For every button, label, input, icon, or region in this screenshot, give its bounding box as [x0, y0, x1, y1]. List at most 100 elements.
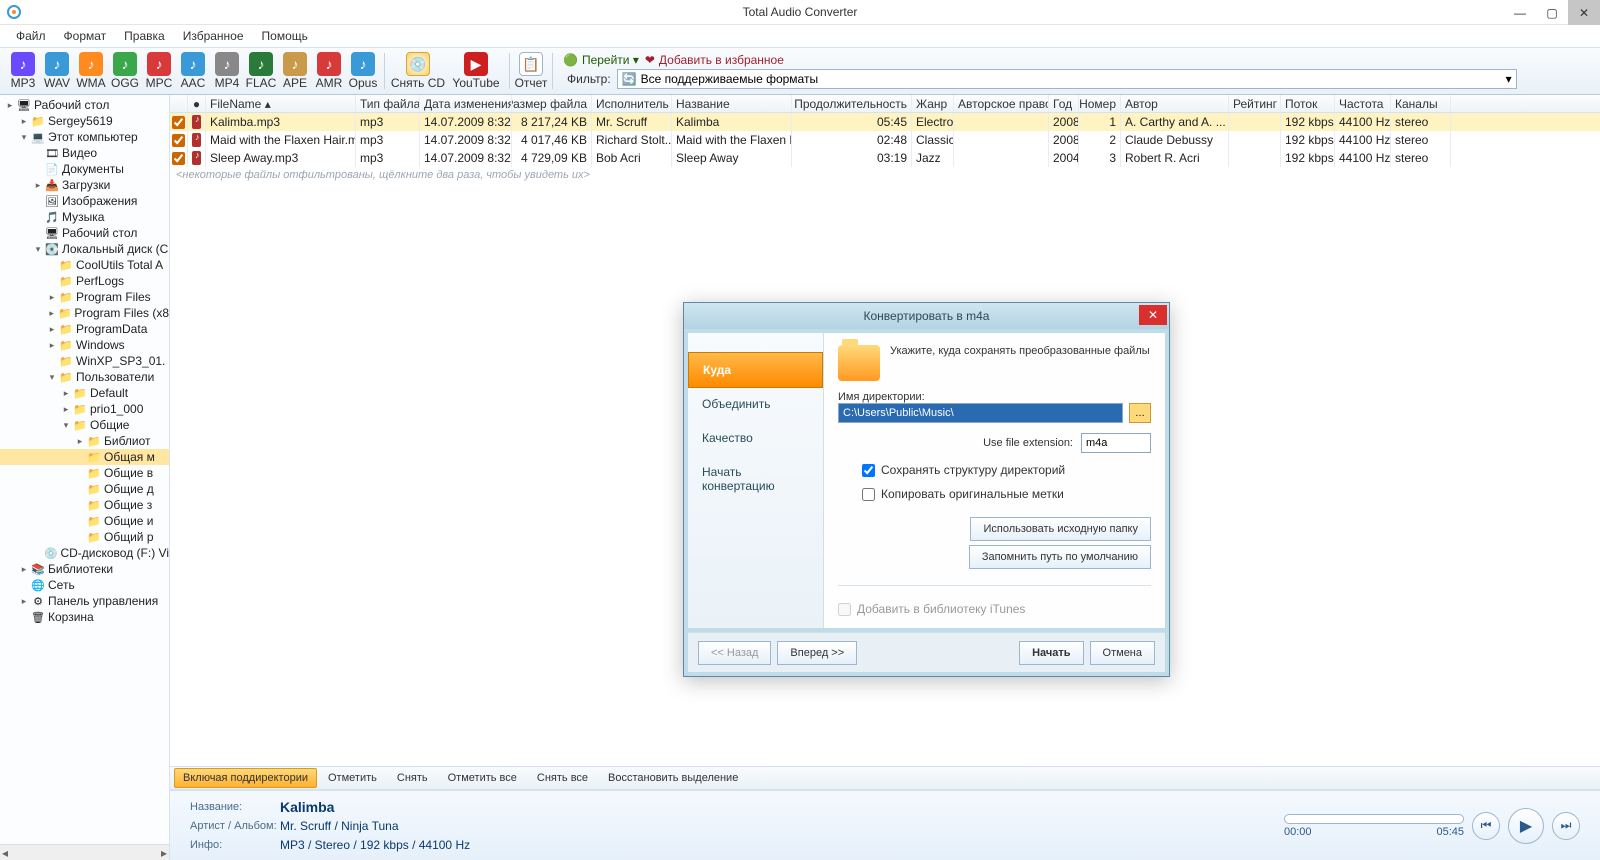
col-genre[interactable]: Жанр	[912, 95, 954, 112]
expand-arrow-icon[interactable]: ▸	[46, 308, 57, 319]
add-favorite-button[interactable]: ❤Добавить в избранное	[645, 53, 784, 67]
selection-tab[interactable]: Снять все	[528, 768, 597, 788]
col-type[interactable]: Тип файла	[356, 95, 420, 112]
tree-node[interactable]: 📁Общая м	[0, 449, 169, 465]
grid-filter-note[interactable]: <некоторые файлы отфильтрованы, щёлкните…	[170, 167, 1600, 183]
tree-node[interactable]: ▾💻Этот компьютер	[0, 129, 169, 145]
goto-button[interactable]: 🟢Перейти ▾	[563, 53, 639, 67]
format-mp4-button[interactable]: ♪MP4	[211, 52, 243, 90]
maximize-button[interactable]: ▢	[1536, 0, 1568, 25]
remove-cd-button[interactable]: 💿 Снять CD	[390, 52, 446, 90]
filter-combo[interactable]: 🔄Все поддерживаемые форматы ▾	[617, 69, 1517, 89]
tree-node[interactable]: ▸🖥Рабочий стол	[0, 97, 169, 113]
close-button[interactable]: ✕	[1568, 0, 1600, 25]
format-wma-button[interactable]: ♪WMA	[75, 52, 107, 90]
expand-arrow-icon[interactable]: ▸	[4, 100, 16, 111]
format-ape-button[interactable]: ♪APE	[279, 52, 311, 90]
selection-tab[interactable]: Отметить все	[439, 768, 526, 788]
expand-arrow-icon[interactable]: ▸	[74, 436, 86, 447]
tree-node[interactable]: ▸📁Библиот	[0, 433, 169, 449]
minimize-button[interactable]: —	[1504, 0, 1536, 25]
expand-arrow-icon[interactable]: ▾	[60, 420, 72, 431]
forward-button[interactable]: Вперед >>	[777, 641, 857, 665]
expand-arrow-icon[interactable]: ▸	[18, 116, 30, 127]
expand-arrow-icon[interactable]: ▸	[46, 292, 58, 303]
row-checkbox[interactable]	[172, 134, 185, 147]
format-wav-button[interactable]: ♪WAV	[41, 52, 73, 90]
next-button[interactable]: ⏭	[1552, 812, 1580, 840]
tree-node[interactable]: 📁Общие и	[0, 513, 169, 529]
col-date[interactable]: Дата изменения	[420, 95, 512, 112]
tree-node[interactable]: ▸📁Sergey5619	[0, 113, 169, 129]
format-mpc-button[interactable]: ♪MPC	[143, 52, 175, 90]
tree-node[interactable]: ▸📁Program Files (x8	[0, 305, 169, 321]
dialog-titlebar[interactable]: Конвертировать в m4a ✕	[684, 303, 1169, 329]
directory-input[interactable]	[838, 403, 1123, 423]
selection-tab[interactable]: Отметить	[319, 768, 386, 788]
expand-arrow-icon[interactable]: ▸	[46, 324, 58, 335]
col-icon[interactable]: ●	[188, 95, 206, 112]
expand-arrow-icon[interactable]: ▸	[60, 388, 72, 399]
col-year[interactable]: Год	[1049, 95, 1079, 112]
expand-arrow-icon[interactable]: ▸	[46, 340, 58, 351]
tree-node[interactable]: ▾💽Локальный диск (C	[0, 241, 169, 257]
tree-node[interactable]: ▾📁Общие	[0, 417, 169, 433]
extension-input[interactable]	[1081, 433, 1151, 453]
tree-node[interactable]: 📁Общие в	[0, 465, 169, 481]
expand-arrow-icon[interactable]: ▸	[18, 564, 30, 575]
progress-bar[interactable]	[1284, 814, 1464, 824]
file-row[interactable]: Maid with the Flaxen Hair.mp3mp314.07.20…	[170, 131, 1600, 149]
expand-arrow-icon[interactable]: ▾	[46, 372, 58, 383]
tree-node[interactable]: ▸📁prio1_000	[0, 401, 169, 417]
expand-arrow-icon[interactable]: ▸	[60, 404, 72, 415]
play-button[interactable]: ▶	[1508, 808, 1544, 844]
menu-Файл[interactable]: Файл	[8, 27, 54, 45]
tree-node[interactable]: 📁WinXP_SP3_01.	[0, 353, 169, 369]
tree-node[interactable]: 🖥Рабочий стол	[0, 225, 169, 241]
col-freq[interactable]: Частота	[1335, 95, 1391, 112]
selection-tab[interactable]: Снять	[388, 768, 437, 788]
col-size[interactable]: Размер файла	[512, 95, 592, 112]
format-ogg-button[interactable]: ♪OGG	[109, 52, 141, 90]
wizard-step[interactable]: Качество	[688, 421, 823, 455]
col-checkbox[interactable]	[170, 95, 188, 112]
tree-node[interactable]: ▾📁Пользователи	[0, 369, 169, 385]
dialog-close-button[interactable]: ✕	[1139, 305, 1167, 325]
tree-node[interactable]: ▸📁Windows	[0, 337, 169, 353]
tree-node[interactable]: 🗑Корзина	[0, 609, 169, 625]
tree-node[interactable]: 🎞Видео	[0, 145, 169, 161]
copy-tags-checkbox[interactable]	[862, 488, 875, 501]
tree-node[interactable]: 📁Общий р	[0, 529, 169, 545]
remember-path-button[interactable]: Запомнить путь по умолчанию	[969, 545, 1151, 569]
report-button[interactable]: 📋 Отчет	[515, 52, 547, 90]
expand-arrow-icon[interactable]: ▾	[18, 132, 30, 143]
col-title[interactable]: Название	[672, 95, 792, 112]
tree-node[interactable]: ▸📁ProgramData	[0, 321, 169, 337]
col-number[interactable]: Номер	[1079, 95, 1121, 112]
wizard-step[interactable]: Куда	[688, 352, 823, 388]
expand-arrow-icon[interactable]: ▾	[32, 244, 44, 255]
expand-arrow-icon[interactable]: ▸	[32, 180, 44, 191]
format-amr-button[interactable]: ♪AMR	[313, 52, 345, 90]
menu-Избранное[interactable]: Избранное	[175, 27, 252, 45]
start-button[interactable]: Начать	[1019, 641, 1083, 665]
row-checkbox[interactable]	[172, 116, 185, 129]
tree-node[interactable]: 📄Документы	[0, 161, 169, 177]
cancel-button[interactable]: Отмена	[1090, 641, 1155, 665]
tree-node[interactable]: ▸📚Библиотеки	[0, 561, 169, 577]
tree-node[interactable]: 🖼Изображения	[0, 193, 169, 209]
youtube-button[interactable]: ▶ YouTube	[448, 52, 504, 90]
col-filename[interactable]: FileName ▴	[206, 95, 356, 112]
col-author[interactable]: Автор	[1121, 95, 1229, 112]
format-opus-button[interactable]: ♪Opus	[347, 52, 379, 90]
tree-node[interactable]: ▸📁Program Files	[0, 289, 169, 305]
tree-node[interactable]: 📁Общие з	[0, 497, 169, 513]
use-source-folder-button[interactable]: Использовать исходную папку	[970, 517, 1151, 541]
col-stream[interactable]: Поток	[1281, 95, 1335, 112]
menu-Формат[interactable]: Формат	[56, 27, 115, 45]
format-flac-button[interactable]: ♪FLAC	[245, 52, 277, 90]
col-rating[interactable]: Рейтинг	[1229, 95, 1281, 112]
tree-node[interactable]: 📁Общие д	[0, 481, 169, 497]
col-artist[interactable]: Исполнитель	[592, 95, 672, 112]
prev-button[interactable]: ⏮	[1472, 812, 1500, 840]
